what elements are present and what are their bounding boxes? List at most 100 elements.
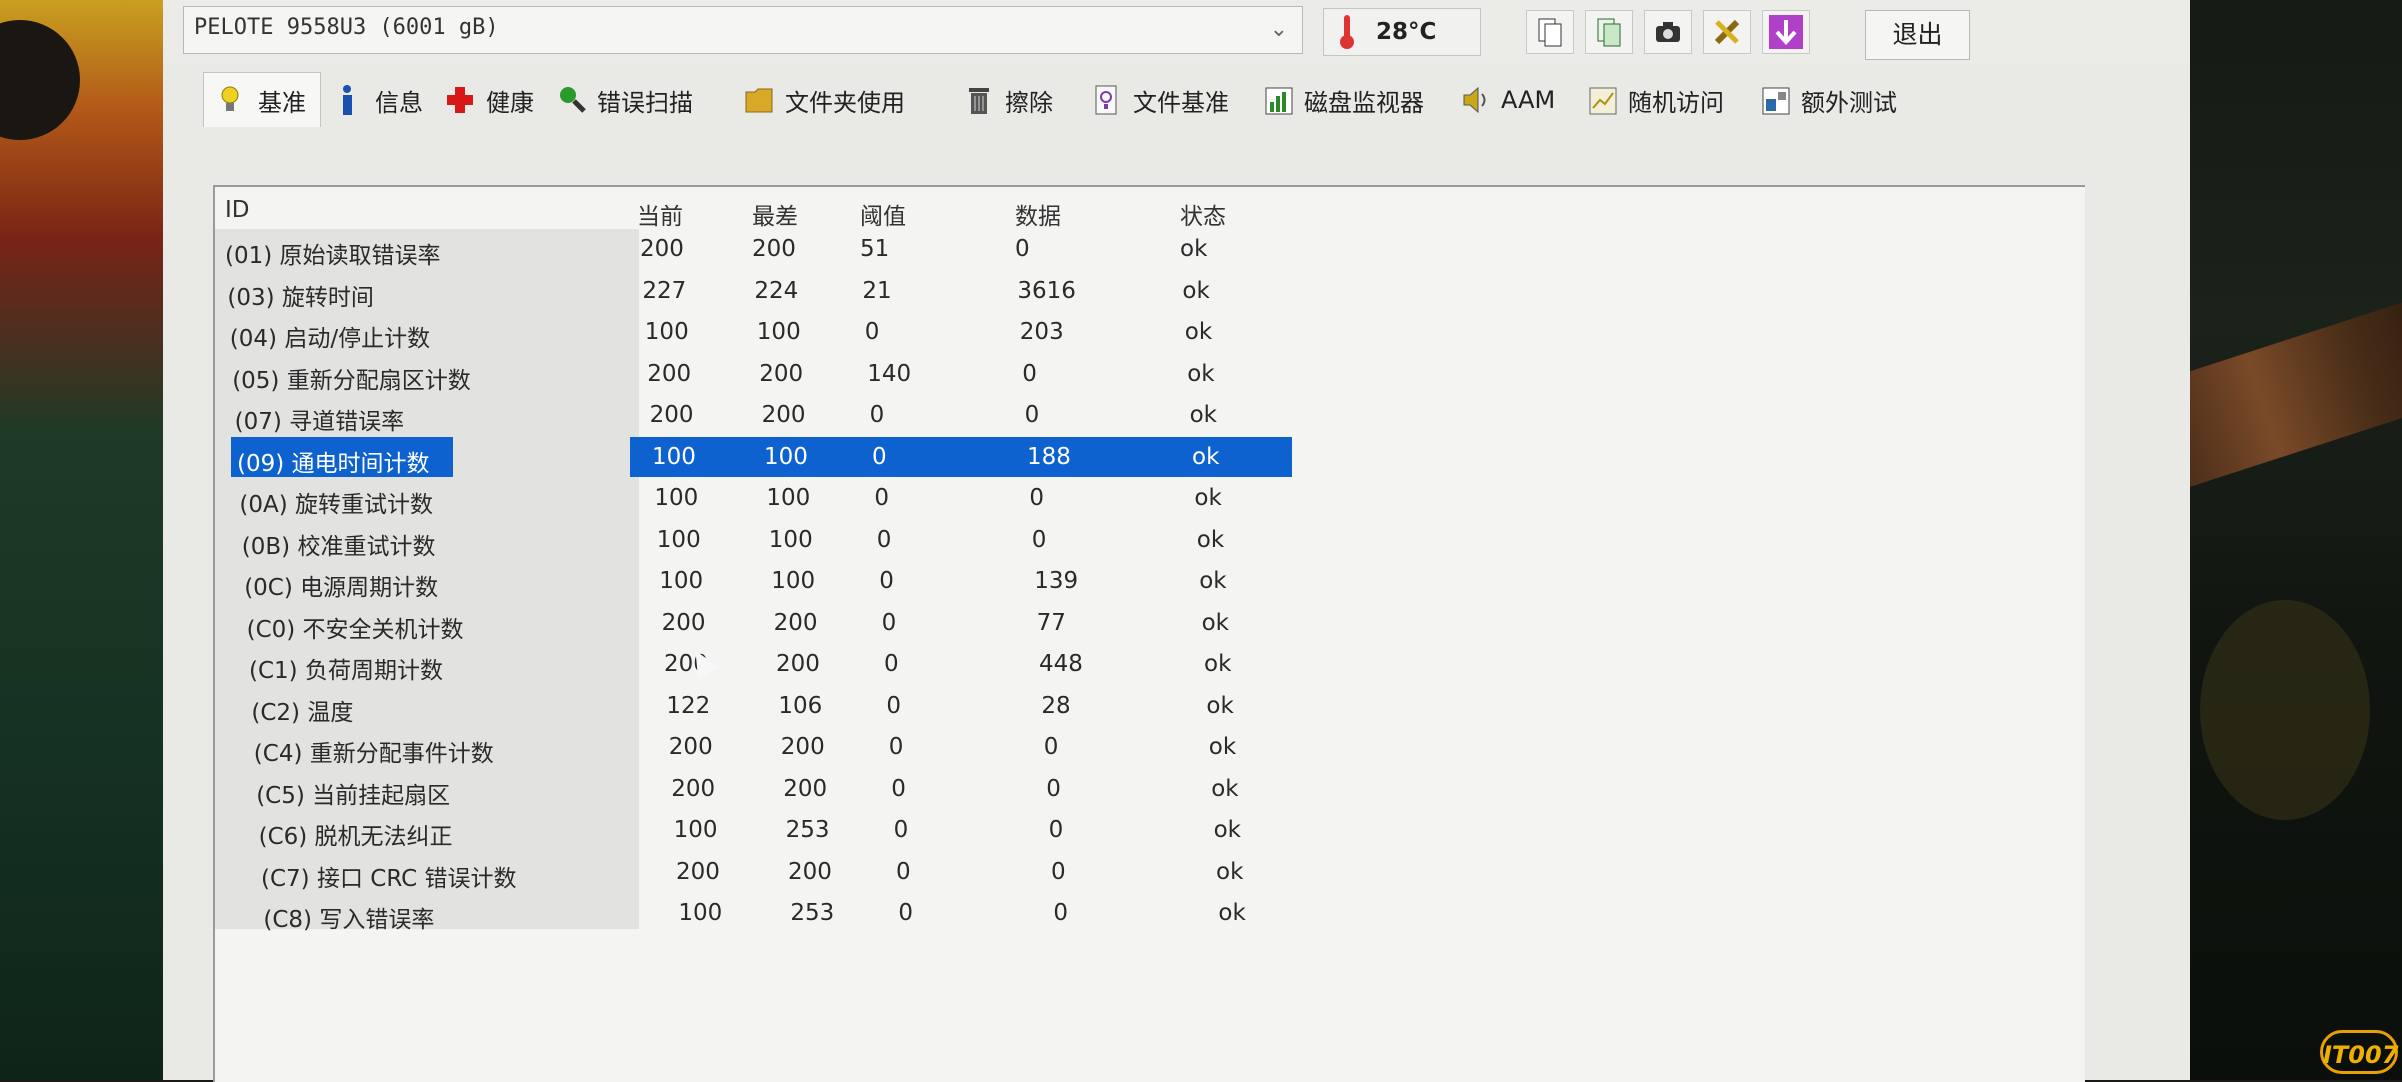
- tab-label: 磁盘监视器: [1304, 88, 1424, 117]
- cell-threshold: 0: [876, 526, 892, 553]
- cell-worst: 200: [776, 651, 820, 677]
- column-header-threshold[interactable]: 阈值: [860, 197, 906, 231]
- tab-folder-usage[interactable]: 文件夹使用: [745, 78, 905, 122]
- cell-id: (05) 重新分配扇区计数: [232, 367, 471, 394]
- table-row[interactable]: (C2) 温度 122 106 0 28 ok: [215, 686, 1245, 726]
- cell-worst: 106: [778, 692, 823, 719]
- cell-threshold: 0: [881, 609, 897, 636]
- table-row[interactable]: (C5) 当前挂起扇区 200 200 0 0 ok: [215, 769, 1245, 809]
- drive-select-value: PELOTE 9558U3 (6001 gB): [194, 15, 499, 40]
- column-header-worst[interactable]: 最差: [752, 197, 798, 231]
- photo-background-left: [0, 0, 175, 1080]
- cell-id: (C6) 脱机无法纠正: [258, 824, 453, 850]
- table-row[interactable]: (0A) 旋转重试计数 100 100 0 0 ok: [215, 478, 1245, 518]
- cell-threshold: 140: [867, 360, 912, 387]
- tab-extra-tests[interactable]: 额外测试: [1761, 78, 1897, 122]
- table-row[interactable]: (C7) 接口 CRC 错误计数 200 200 0 0 ok: [215, 852, 1245, 892]
- tab-erase[interactable]: 擦除: [965, 78, 1053, 122]
- tab-aam[interactable]: AAM: [1461, 78, 1555, 122]
- cell-status: ok: [1199, 568, 1227, 594]
- exit-button[interactable]: 退出: [1865, 10, 1970, 60]
- options-button[interactable]: [1703, 10, 1751, 54]
- info-icon: [335, 84, 365, 116]
- tab-random-access[interactable]: 随机访问: [1588, 78, 1724, 122]
- chevron-down-icon: ⌄: [1269, 17, 1288, 42]
- cell-threshold: 0: [874, 485, 890, 511]
- column-header-data[interactable]: 数据: [1015, 197, 1061, 231]
- table-row[interactable]: (0C) 电源周期计数 100 100 0 139 ok: [215, 561, 1245, 601]
- camera-icon: [1656, 22, 1680, 42]
- table-row[interactable]: (0B) 校准重试计数 100 100 0 0 ok: [215, 520, 1245, 560]
- column-header-status[interactable]: 状态: [1180, 197, 1226, 231]
- tab-label: 文件夹使用: [785, 88, 905, 117]
- random-access-icon: [1588, 84, 1618, 116]
- tab-file-benchmark[interactable]: 文件基准: [1093, 78, 1229, 122]
- column-header-id[interactable]: ID: [225, 197, 250, 223]
- cell-id: (04) 启动/停止计数: [229, 326, 431, 352]
- cell-status: ok: [1208, 734, 1237, 760]
- cell-threshold: 0: [891, 775, 906, 802]
- cell-data: 0: [1053, 900, 1069, 926]
- tab-error-scan[interactable]: 错误扫描: [557, 78, 693, 122]
- table-row[interactable]: (C8) 写入错误率 100 253 0 0 ok: [215, 893, 1245, 933]
- thermometer-icon: [1340, 15, 1354, 49]
- table-row[interactable]: (01) 原始读取错误率 200 200 51 0 ok: [215, 229, 1245, 269]
- cell-current: 200: [671, 775, 716, 802]
- column-header-current[interactable]: 当前: [637, 197, 683, 231]
- cell-worst: 200: [752, 236, 796, 262]
- cell-data: 0: [1043, 734, 1059, 760]
- cell-status: ok: [1184, 319, 1213, 345]
- cell-data: 139: [1034, 568, 1079, 594]
- file-benchmark-icon: [1093, 84, 1123, 116]
- cell-current: 100: [652, 443, 696, 470]
- cell-worst: 253: [790, 900, 835, 926]
- cell-id: (C7) 接口 CRC 错误计数: [261, 865, 517, 892]
- table-row[interactable]: (04) 启动/停止计数 100 100 0 203 ok: [215, 312, 1245, 352]
- tab-label: 错误扫描: [597, 88, 693, 117]
- cell-id: (03) 旋转时间: [227, 284, 374, 311]
- table-row[interactable]: (C6) 脱机无法纠正 100 253 0 0 ok: [215, 810, 1245, 850]
- download-arrow-icon: [1769, 15, 1803, 49]
- cell-id: (09) 通电时间计数: [237, 450, 430, 477]
- screenshot-button[interactable]: [1644, 10, 1692, 54]
- cell-status: ok: [1189, 402, 1217, 428]
- cell-status: ok: [1201, 609, 1229, 636]
- cell-worst: 200: [783, 775, 828, 802]
- cell-current: 100: [644, 319, 689, 345]
- tab-health[interactable]: 健康: [446, 78, 534, 122]
- table-row[interactable]: (C1) 负荷周期计数 200 200 0 448 ok: [215, 644, 1245, 684]
- trash-icon: [965, 84, 995, 116]
- table-header: ID 当前 最差 阈值 数据 状态: [215, 187, 2085, 231]
- cell-worst: 100: [768, 526, 813, 553]
- cell-current: 200: [649, 402, 694, 428]
- cell-current: 200: [668, 734, 713, 760]
- save-button[interactable]: [1762, 10, 1810, 54]
- table-row[interactable]: (09) 通电时间计数 100 100 0 188 ok: [215, 436, 1292, 477]
- tab-label: 擦除: [1005, 88, 1053, 117]
- cell-threshold: 0: [896, 858, 911, 885]
- cell-worst: 200: [780, 734, 825, 760]
- photo-object: [0, 20, 80, 140]
- table-row[interactable]: (05) 重新分配扇区计数 200 200 140 0 ok: [215, 354, 1245, 394]
- table-row[interactable]: (C4) 重新分配事件计数 200 200 0 0 ok: [215, 727, 1245, 767]
- table-row[interactable]: (07) 寻道错误率 200 200 0 0 ok: [215, 395, 1245, 435]
- cell-data: 448: [1039, 651, 1083, 677]
- cell-current: 100: [678, 900, 723, 926]
- tab-benchmark[interactable]: 基准: [203, 72, 321, 127]
- table-row[interactable]: (03) 旋转时间 227 224 21 3616 ok: [215, 271, 1245, 311]
- cell-id: (C1) 负荷周期计数: [249, 658, 443, 684]
- disk-monitor-icon: [1264, 84, 1294, 116]
- drive-select[interactable]: PELOTE 9558U3 (6001 gB) ⌄: [183, 6, 1303, 54]
- tab-disk-monitor[interactable]: 磁盘监视器: [1264, 78, 1424, 122]
- copy-image-button[interactable]: [1585, 10, 1633, 54]
- cell-threshold: 0: [872, 443, 887, 470]
- tab-info[interactable]: 信息: [335, 78, 423, 122]
- cell-current: 122: [666, 692, 711, 719]
- copy-text-button[interactable]: [1526, 10, 1574, 54]
- cell-worst: 200: [773, 609, 818, 636]
- cell-current: 200: [647, 360, 692, 387]
- cell-worst: 100: [766, 485, 811, 511]
- cell-threshold: 51: [860, 236, 890, 262]
- cell-data: 0: [1024, 402, 1040, 428]
- table-row[interactable]: (C0) 不安全关机计数 200 200 0 77 ok: [215, 603, 1245, 643]
